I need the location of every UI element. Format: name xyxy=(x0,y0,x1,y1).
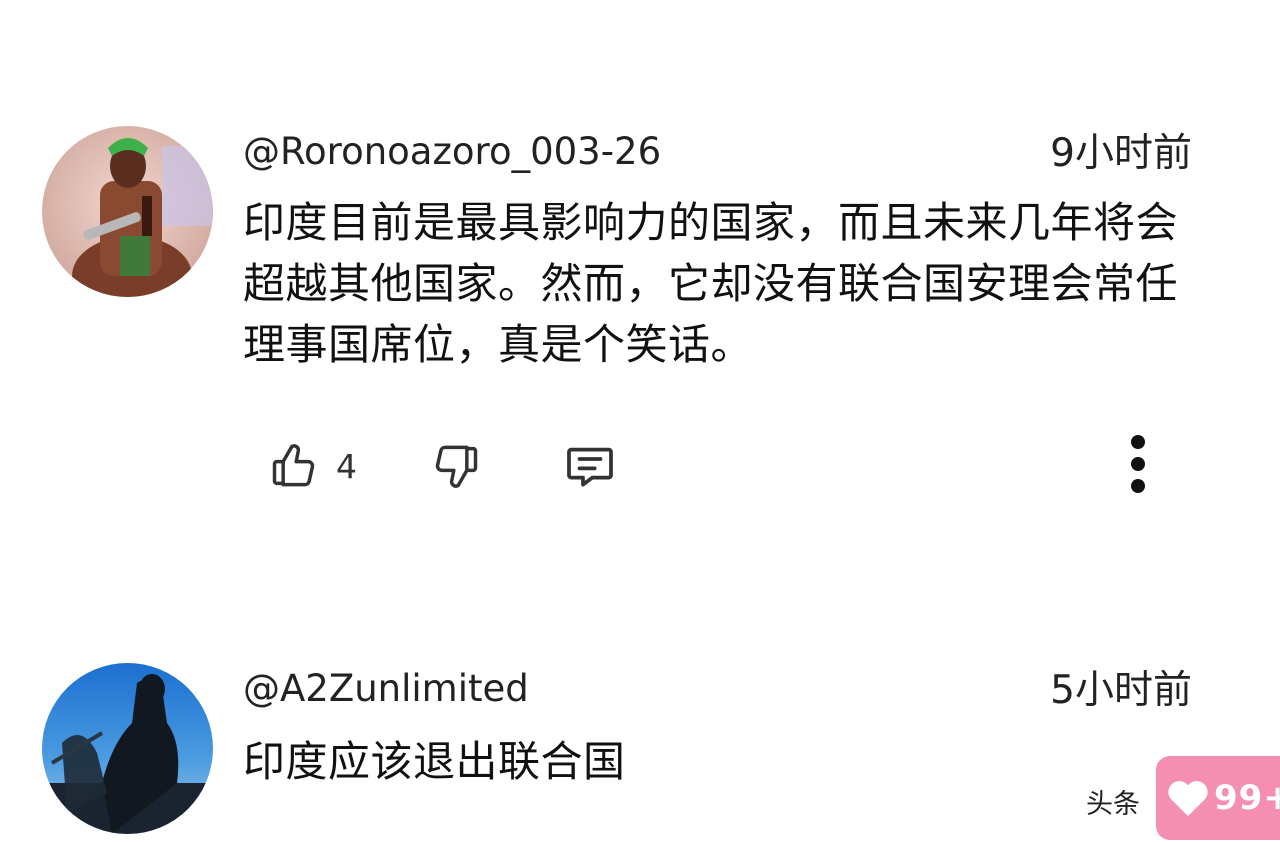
thumbs-down-icon xyxy=(435,445,478,488)
more-vertical-icon xyxy=(1131,435,1145,493)
comment-actions: 4 xyxy=(268,435,1188,494)
likes-badge-count: 99+ xyxy=(1214,778,1280,818)
user-avatar[interactable] xyxy=(42,663,213,834)
watermark-text: 头条 xyxy=(1086,789,1140,820)
heart-icon xyxy=(1168,781,1208,817)
reply-comment-icon xyxy=(567,447,613,487)
comment-username[interactable]: @Roronoazoro_003-26 xyxy=(243,128,661,176)
dislike-button[interactable] xyxy=(430,438,482,494)
like-count: 4 xyxy=(336,446,357,486)
like-button[interactable]: 4 xyxy=(268,438,357,494)
anime-character-avatar xyxy=(42,126,213,297)
comment-timestamp: 5小时前 xyxy=(1050,668,1192,713)
reply-button[interactable] xyxy=(562,438,618,494)
comments-page: @Roronoazoro_003-26 9小时前 印度目前是最具影响力的国家，而… xyxy=(0,0,1280,842)
comment-text: 印度目前是最具影响力的国家，而且未来几年将会超越其他国家。然而，它却没有联合国安… xyxy=(243,198,1179,369)
comment-text: 印度应该退出联合国 xyxy=(243,737,626,786)
comment-timestamp: 9小时前 xyxy=(1050,131,1192,176)
likes-badge[interactable]: 99+ xyxy=(1156,756,1280,840)
silhouette-photo-avatar xyxy=(42,663,213,834)
more-options-button[interactable] xyxy=(1120,435,1156,493)
thumbs-up-icon xyxy=(272,444,315,487)
user-avatar[interactable] xyxy=(42,126,213,297)
comment-username[interactable]: @A2Zunlimited xyxy=(243,665,529,713)
